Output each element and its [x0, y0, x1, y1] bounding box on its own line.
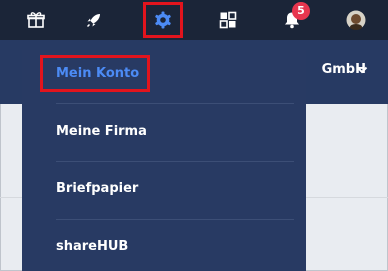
menu-item-highlight-box: [40, 55, 150, 92]
apps-icon[interactable]: [212, 4, 244, 36]
notification-count-badge: 5: [292, 2, 310, 20]
menu-divider: [56, 219, 294, 220]
menu-item-sharehub[interactable]: shareHUB: [56, 239, 128, 254]
avatar[interactable]: [340, 4, 372, 36]
rocket-icon[interactable]: [78, 4, 110, 36]
chevron-down-icon[interactable]: [356, 66, 368, 74]
top-navigation-bar: 5: [0, 0, 388, 40]
menu-item-briefpapier[interactable]: Briefpapier: [56, 181, 138, 196]
gift-icon[interactable]: [20, 4, 52, 36]
menu-divider: [56, 161, 294, 162]
settings-highlight-box: [143, 2, 183, 38]
menu-item-meine-firma[interactable]: Meine Firma: [56, 124, 147, 139]
menu-divider: [56, 103, 294, 104]
settings-dropdown-menu: Mein Konto Meine Firma Briefpapier share…: [22, 50, 306, 271]
